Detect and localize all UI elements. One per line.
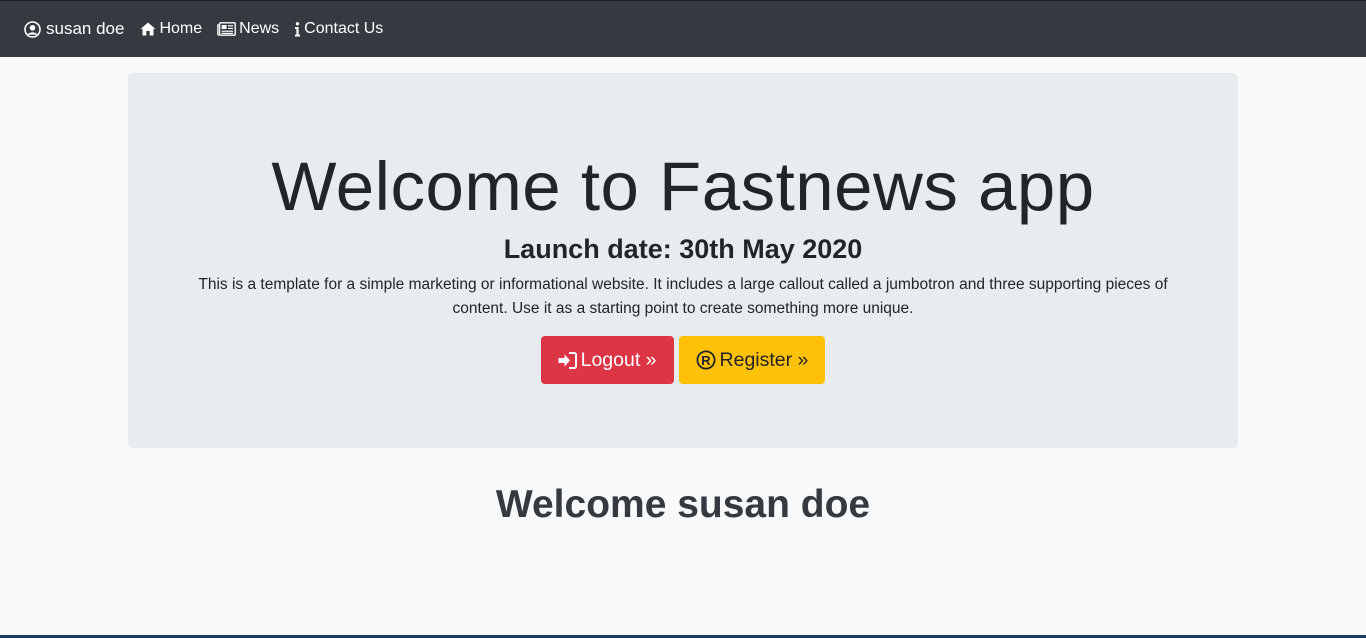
newspaper-icon: [217, 22, 237, 36]
navbar-brand-user[interactable]: susan doe: [24, 19, 124, 39]
nav-link-home[interactable]: Home: [140, 20, 202, 38]
jumbotron-actions: Logout » R Register »: [128, 336, 1238, 384]
sign-in-icon: [558, 351, 577, 369]
jumbotron-description: This is a template for a simple marketin…: [198, 276, 1168, 317]
register-label: Register »: [719, 348, 809, 371]
welcome-heading: Welcome susan doe: [495, 483, 871, 526]
logout-button[interactable]: Logout »: [540, 336, 674, 384]
jumbotron-title: Welcome to Fastnews app: [271, 148, 1095, 225]
home-icon: [140, 22, 156, 36]
nav-link-label: Home: [159, 20, 203, 37]
registered-icon: R: [696, 350, 716, 370]
nav-link-label: News: [239, 20, 280, 37]
register-button[interactable]: R Register »: [678, 336, 826, 384]
brand-label: susan doe: [46, 19, 125, 38]
info-icon: [295, 21, 301, 36]
jumbotron: Welcome to Fastnews app Launch date: 30t…: [128, 73, 1238, 448]
logout-label: Logout »: [580, 348, 657, 371]
nav-link-news[interactable]: News: [217, 20, 279, 38]
nav-link-label: Contact Us: [304, 20, 384, 37]
svg-text:R: R: [701, 353, 711, 368]
nav-link-contact[interactable]: Contact Us: [294, 20, 383, 38]
launch-date: Launch date: 30th May 2020: [503, 234, 863, 264]
user-circle-icon: [24, 20, 41, 38]
top-navbar: susan doe Home News Contact Us: [0, 0, 1366, 57]
